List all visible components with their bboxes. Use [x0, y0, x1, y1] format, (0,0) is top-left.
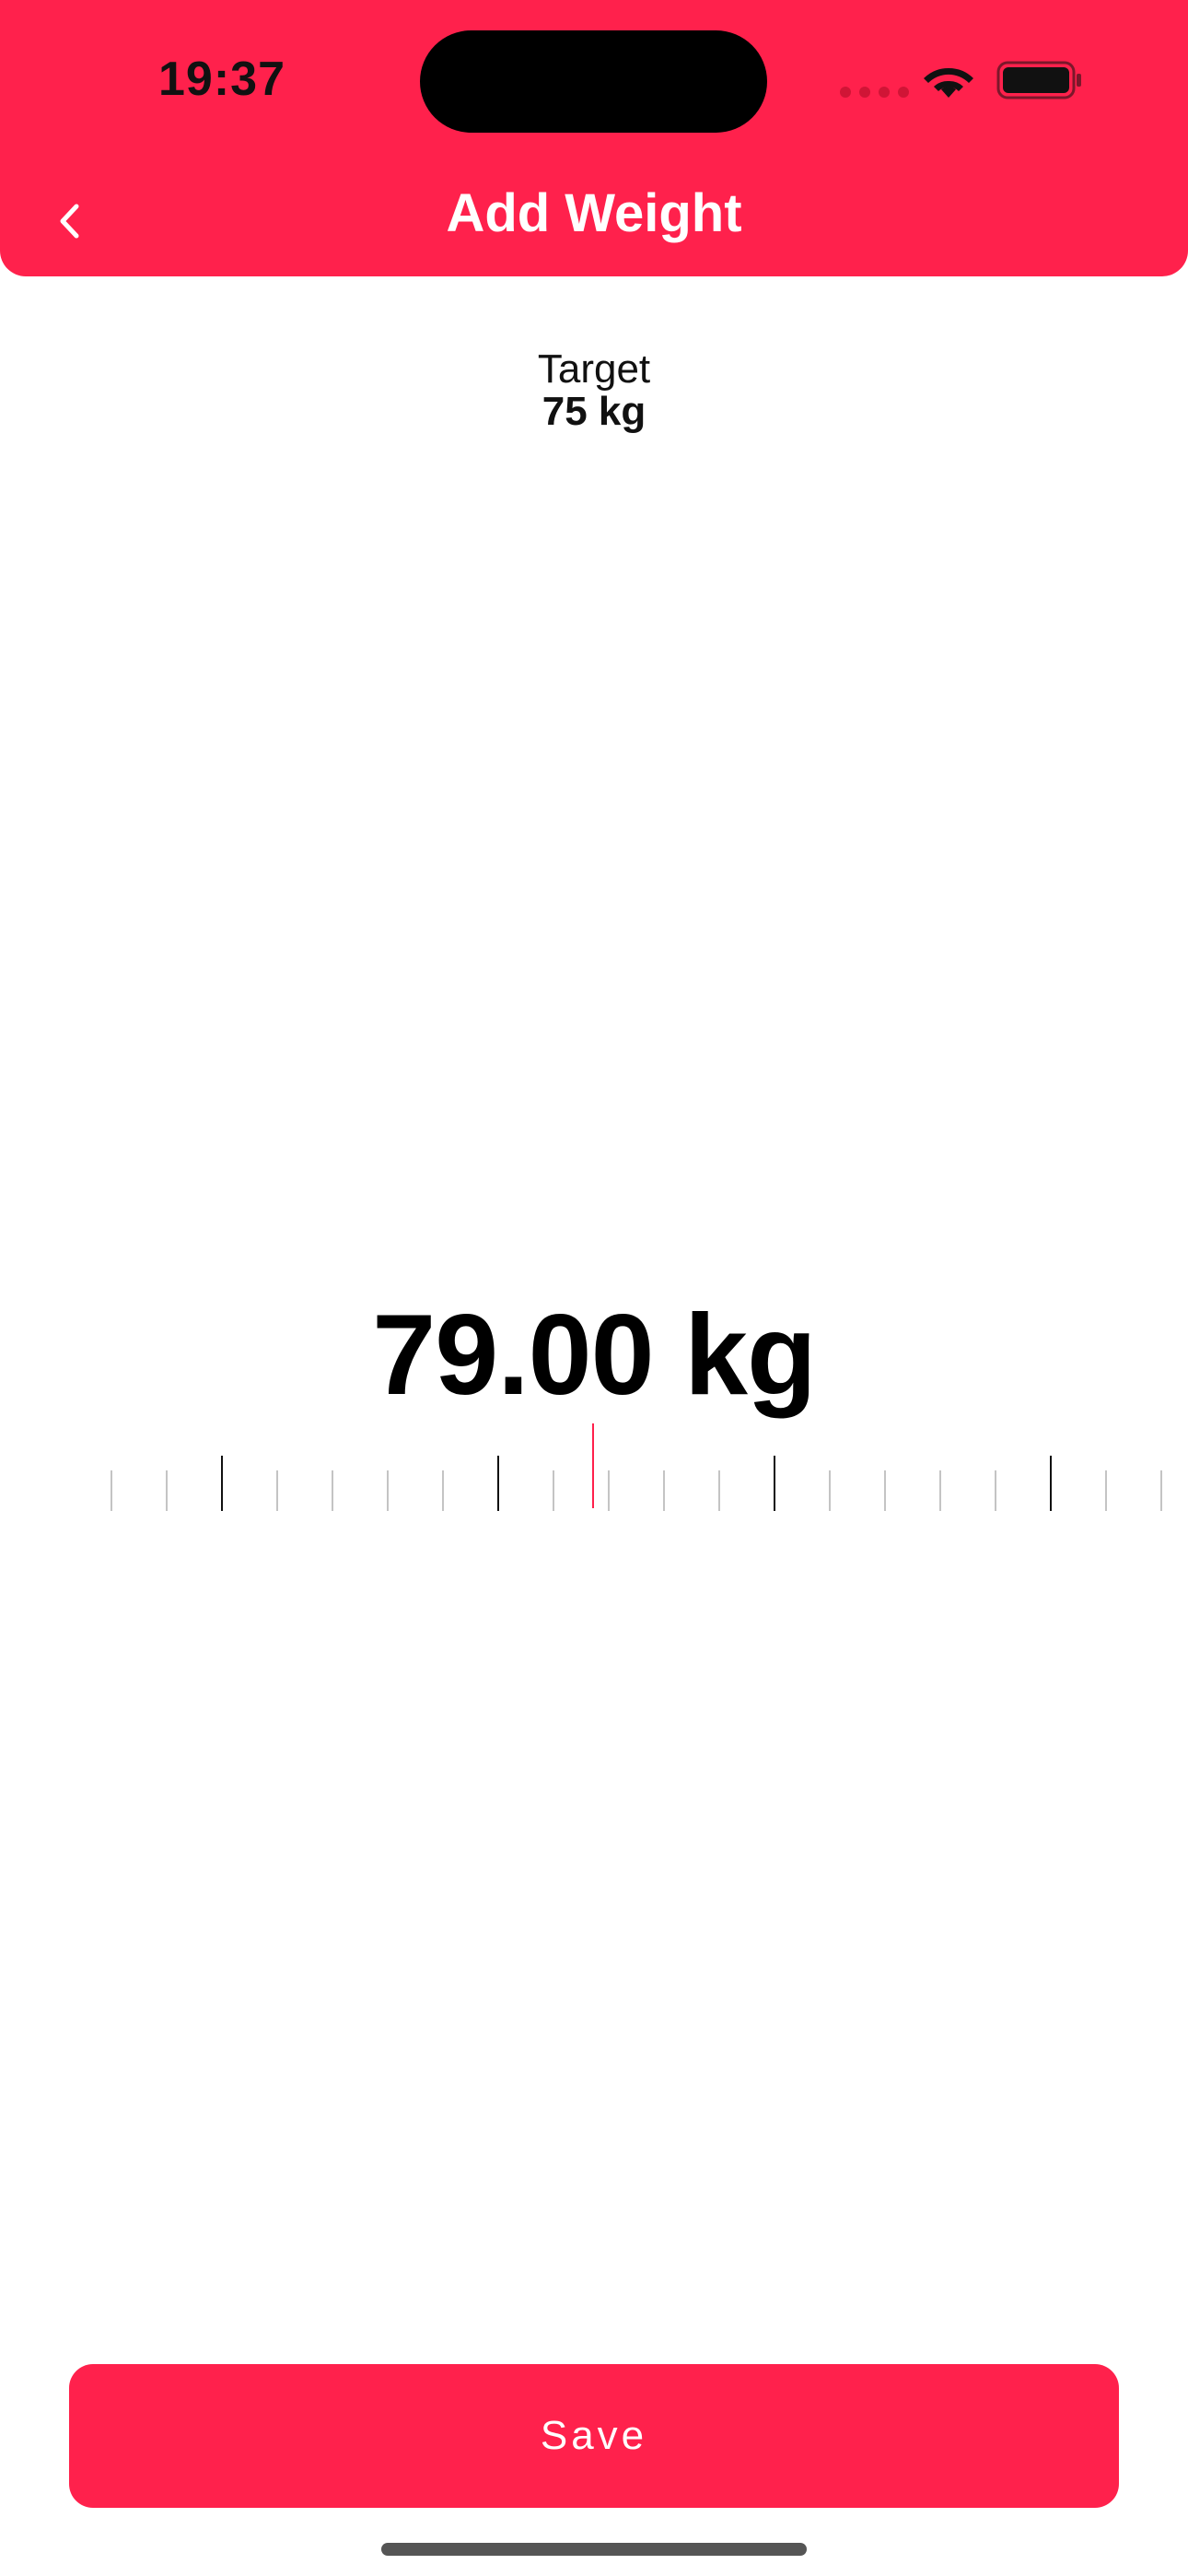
- ruler-minor-tick: [332, 1470, 333, 1511]
- weight-ruler-slider[interactable]: [0, 1419, 1188, 1511]
- page-title: Add Weight: [446, 183, 742, 243]
- ruler-minor-tick: [718, 1470, 720, 1511]
- home-indicator: [381, 2543, 807, 2556]
- ruler-minor-tick: [1160, 1470, 1162, 1511]
- ruler-major-tick: [497, 1456, 499, 1511]
- target-value: 75 kg: [542, 389, 646, 434]
- dynamic-island: [420, 30, 767, 133]
- battery-icon: [996, 61, 1081, 100]
- ruler-selection-indicator: [592, 1423, 594, 1508]
- ruler-minor-tick: [829, 1470, 831, 1511]
- ruler-major-tick: [221, 1456, 223, 1511]
- ruler-minor-tick: [939, 1470, 941, 1511]
- ruler-major-tick: [774, 1456, 775, 1511]
- ruler-minor-tick: [608, 1470, 610, 1511]
- add-weight-screen: 19:37 Add Weight Target 75 kg 79.00 kg S…: [0, 0, 1188, 2576]
- status-time: 19:37: [158, 53, 285, 106]
- ruler-minor-tick: [995, 1470, 996, 1511]
- ruler-minor-tick: [166, 1470, 168, 1511]
- save-button[interactable]: Save: [69, 2364, 1119, 2508]
- wifi-icon: [924, 67, 973, 98]
- ruler-minor-tick: [884, 1470, 886, 1511]
- weight-value: 79.00 kg: [372, 1292, 816, 1419]
- ruler-minor-tick: [387, 1470, 389, 1511]
- target-label: Target: [537, 346, 651, 392]
- header: 19:37 Add Weight: [0, 0, 1188, 276]
- ruler-minor-tick: [442, 1470, 444, 1511]
- ruler-minor-tick: [111, 1470, 112, 1511]
- cellular-signal-icon: [840, 87, 909, 98]
- ruler-minor-tick: [276, 1470, 278, 1511]
- ruler-minor-tick: [553, 1470, 554, 1511]
- ruler-minor-tick: [1105, 1470, 1107, 1511]
- ruler-major-tick: [1050, 1456, 1052, 1511]
- ruler-minor-tick: [663, 1470, 665, 1511]
